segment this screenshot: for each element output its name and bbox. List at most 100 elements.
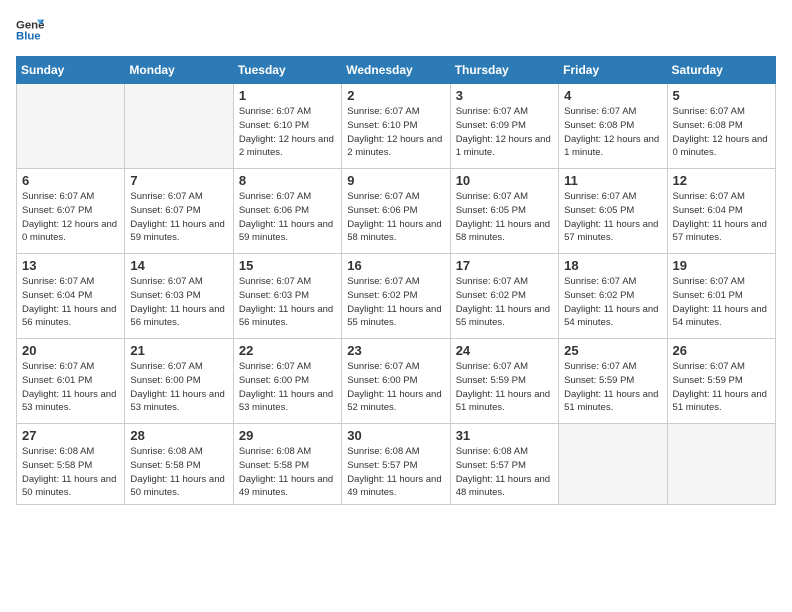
day-info: Sunrise: 6:08 AM Sunset: 5:58 PM Dayligh… bbox=[239, 445, 336, 500]
day-info: Sunrise: 6:07 AM Sunset: 5:59 PM Dayligh… bbox=[564, 360, 661, 415]
calendar-cell: 12 Sunrise: 6:07 AM Sunset: 6:04 PM Dayli… bbox=[667, 169, 775, 254]
day-info: Sunrise: 6:07 AM Sunset: 6:01 PM Dayligh… bbox=[22, 360, 119, 415]
header-cell-tuesday: Tuesday bbox=[233, 57, 341, 84]
calendar-cell: 23 Sunrise: 6:07 AM Sunset: 6:00 PM Dayli… bbox=[342, 339, 450, 424]
day-number: 14 bbox=[130, 258, 227, 273]
calendar-cell: 14 Sunrise: 6:07 AM Sunset: 6:03 PM Dayli… bbox=[125, 254, 233, 339]
calendar-cell: 9Sunrise: 6:07 AM Sunset: 6:06 PM Daylig… bbox=[342, 169, 450, 254]
calendar-cell: 2Sunrise: 6:07 AM Sunset: 6:10 PM Daylig… bbox=[342, 84, 450, 169]
day-number: 16 bbox=[347, 258, 444, 273]
day-number: 12 bbox=[673, 173, 770, 188]
calendar-cell: 13Sunrise: 6:07 AM Sunset: 6:04 PM Dayli… bbox=[17, 254, 125, 339]
day-info: Sunrise: 6:07 AM Sunset: 6:02 PM Dayligh… bbox=[456, 275, 553, 330]
day-number: 3 bbox=[456, 88, 553, 103]
day-number: 17 bbox=[456, 258, 553, 273]
calendar-cell bbox=[667, 424, 775, 505]
day-info: Sunrise: 6:08 AM Sunset: 5:57 PM Dayligh… bbox=[456, 445, 553, 500]
calendar-week-row: 13Sunrise: 6:07 AM Sunset: 6:04 PM Dayli… bbox=[17, 254, 776, 339]
header-cell-thursday: Thursday bbox=[450, 57, 558, 84]
calendar-cell: 4Sunrise: 6:07 AM Sunset: 6:08 PM Daylig… bbox=[559, 84, 667, 169]
day-number: 31 bbox=[456, 428, 553, 443]
calendar-cell: 20 Sunrise: 6:07 AM Sunset: 6:01 PM Dayli… bbox=[17, 339, 125, 424]
calendar-cell: 6 Sunrise: 6:07 AM Sunset: 6:07 PM Daylig… bbox=[17, 169, 125, 254]
day-info: Sunrise: 6:07 AM Sunset: 6:07 PM Dayligh… bbox=[22, 190, 119, 245]
calendar-cell: 11 Sunrise: 6:07 AM Sunset: 6:05 PM Dayli… bbox=[559, 169, 667, 254]
day-number: 7 bbox=[130, 173, 227, 188]
day-info: Sunrise: 6:07 AM Sunset: 6:06 PM Dayligh… bbox=[239, 190, 336, 245]
calendar-cell: 28 Sunrise: 6:08 AM Sunset: 5:58 PM Dayli… bbox=[125, 424, 233, 505]
calendar-week-row: 1 Sunrise: 6:07 AM Sunset: 6:10 PM Daylig… bbox=[17, 84, 776, 169]
logo-icon: General Blue bbox=[16, 16, 44, 44]
calendar-cell: 25Sunrise: 6:07 AM Sunset: 5:59 PM Dayli… bbox=[559, 339, 667, 424]
calendar-cell: 30 Sunrise: 6:08 AM Sunset: 5:57 PM Dayli… bbox=[342, 424, 450, 505]
calendar-cell: 10 Sunrise: 6:07 AM Sunset: 6:05 PM Dayli… bbox=[450, 169, 558, 254]
day-info: Sunrise: 6:07 AM Sunset: 6:03 PM Dayligh… bbox=[239, 275, 336, 330]
day-info: Sunrise: 6:07 AM Sunset: 6:08 PM Dayligh… bbox=[564, 105, 661, 160]
day-number: 11 bbox=[564, 173, 661, 188]
day-number: 6 bbox=[22, 173, 119, 188]
day-info: Sunrise: 6:07 AM Sunset: 6:06 PM Dayligh… bbox=[347, 190, 444, 245]
day-info: Sunrise: 6:07 AM Sunset: 6:02 PM Dayligh… bbox=[564, 275, 661, 330]
calendar-cell: 15 Sunrise: 6:07 AM Sunset: 6:03 PM Dayli… bbox=[233, 254, 341, 339]
day-number: 20 bbox=[22, 343, 119, 358]
day-info: Sunrise: 6:07 AM Sunset: 6:03 PM Dayligh… bbox=[130, 275, 227, 330]
day-info: Sunrise: 6:07 AM Sunset: 6:00 PM Dayligh… bbox=[239, 360, 336, 415]
day-number: 29 bbox=[239, 428, 336, 443]
day-number: 26 bbox=[673, 343, 770, 358]
day-info: Sunrise: 6:07 AM Sunset: 6:04 PM Dayligh… bbox=[22, 275, 119, 330]
day-number: 22 bbox=[239, 343, 336, 358]
calendar-cell bbox=[17, 84, 125, 169]
calendar-cell: 29 Sunrise: 6:08 AM Sunset: 5:58 PM Dayli… bbox=[233, 424, 341, 505]
calendar-cell: 7 Sunrise: 6:07 AM Sunset: 6:07 PM Daylig… bbox=[125, 169, 233, 254]
day-number: 24 bbox=[456, 343, 553, 358]
calendar-cell: 17 Sunrise: 6:07 AM Sunset: 6:02 PM Dayli… bbox=[450, 254, 558, 339]
calendar-cell: 1 Sunrise: 6:07 AM Sunset: 6:10 PM Daylig… bbox=[233, 84, 341, 169]
day-info: Sunrise: 6:07 AM Sunset: 6:00 PM Dayligh… bbox=[130, 360, 227, 415]
logo: General Blue bbox=[16, 16, 48, 44]
header-cell-sunday: Sunday bbox=[17, 57, 125, 84]
day-number: 1 bbox=[239, 88, 336, 103]
day-info: Sunrise: 6:07 AM Sunset: 6:08 PM Dayligh… bbox=[673, 105, 770, 160]
calendar-cell: 8Sunrise: 6:07 AM Sunset: 6:06 PM Daylig… bbox=[233, 169, 341, 254]
svg-text:Blue: Blue bbox=[16, 31, 41, 43]
day-info: Sunrise: 6:08 AM Sunset: 5:58 PM Dayligh… bbox=[130, 445, 227, 500]
day-number: 15 bbox=[239, 258, 336, 273]
calendar-cell: 16 Sunrise: 6:07 AM Sunset: 6:02 PM Dayli… bbox=[342, 254, 450, 339]
page-header: General Blue bbox=[16, 16, 776, 44]
calendar-cell: 26Sunrise: 6:07 AM Sunset: 5:59 PM Dayli… bbox=[667, 339, 775, 424]
day-number: 5 bbox=[673, 88, 770, 103]
day-info: Sunrise: 6:07 AM Sunset: 6:10 PM Dayligh… bbox=[347, 105, 444, 160]
calendar-cell: 31 Sunrise: 6:08 AM Sunset: 5:57 PM Dayli… bbox=[450, 424, 558, 505]
calendar-cell: 27Sunrise: 6:08 AM Sunset: 5:58 PM Dayli… bbox=[17, 424, 125, 505]
calendar-week-row: 20 Sunrise: 6:07 AM Sunset: 6:01 PM Dayli… bbox=[17, 339, 776, 424]
day-number: 21 bbox=[130, 343, 227, 358]
header-cell-friday: Friday bbox=[559, 57, 667, 84]
day-info: Sunrise: 6:07 AM Sunset: 6:10 PM Dayligh… bbox=[239, 105, 336, 160]
calendar-cell: 18 Sunrise: 6:07 AM Sunset: 6:02 PM Dayli… bbox=[559, 254, 667, 339]
calendar-header-row: SundayMondayTuesdayWednesdayThursdayFrid… bbox=[17, 57, 776, 84]
day-number: 23 bbox=[347, 343, 444, 358]
day-info: Sunrise: 6:07 AM Sunset: 6:05 PM Dayligh… bbox=[564, 190, 661, 245]
day-info: Sunrise: 6:07 AM Sunset: 6:04 PM Dayligh… bbox=[673, 190, 770, 245]
calendar-cell: 21 Sunrise: 6:07 AM Sunset: 6:00 PM Dayli… bbox=[125, 339, 233, 424]
day-number: 10 bbox=[456, 173, 553, 188]
day-number: 28 bbox=[130, 428, 227, 443]
calendar-cell bbox=[559, 424, 667, 505]
calendar-cell: 22 Sunrise: 6:07 AM Sunset: 6:00 PM Dayli… bbox=[233, 339, 341, 424]
day-number: 30 bbox=[347, 428, 444, 443]
day-info: Sunrise: 6:08 AM Sunset: 5:57 PM Dayligh… bbox=[347, 445, 444, 500]
day-info: Sunrise: 6:07 AM Sunset: 6:01 PM Dayligh… bbox=[673, 275, 770, 330]
day-info: Sunrise: 6:07 AM Sunset: 6:00 PM Dayligh… bbox=[347, 360, 444, 415]
calendar-week-row: 27Sunrise: 6:08 AM Sunset: 5:58 PM Dayli… bbox=[17, 424, 776, 505]
day-info: Sunrise: 6:08 AM Sunset: 5:58 PM Dayligh… bbox=[22, 445, 119, 500]
day-number: 18 bbox=[564, 258, 661, 273]
day-info: Sunrise: 6:07 AM Sunset: 6:02 PM Dayligh… bbox=[347, 275, 444, 330]
header-cell-monday: Monday bbox=[125, 57, 233, 84]
day-info: Sunrise: 6:07 AM Sunset: 6:07 PM Dayligh… bbox=[130, 190, 227, 245]
calendar-table: SundayMondayTuesdayWednesdayThursdayFrid… bbox=[16, 56, 776, 505]
day-info: Sunrise: 6:07 AM Sunset: 6:05 PM Dayligh… bbox=[456, 190, 553, 245]
day-info: Sunrise: 6:07 AM Sunset: 6:09 PM Dayligh… bbox=[456, 105, 553, 160]
calendar-week-row: 6 Sunrise: 6:07 AM Sunset: 6:07 PM Daylig… bbox=[17, 169, 776, 254]
calendar-cell: 24Sunrise: 6:07 AM Sunset: 5:59 PM Dayli… bbox=[450, 339, 558, 424]
day-number: 19 bbox=[673, 258, 770, 273]
